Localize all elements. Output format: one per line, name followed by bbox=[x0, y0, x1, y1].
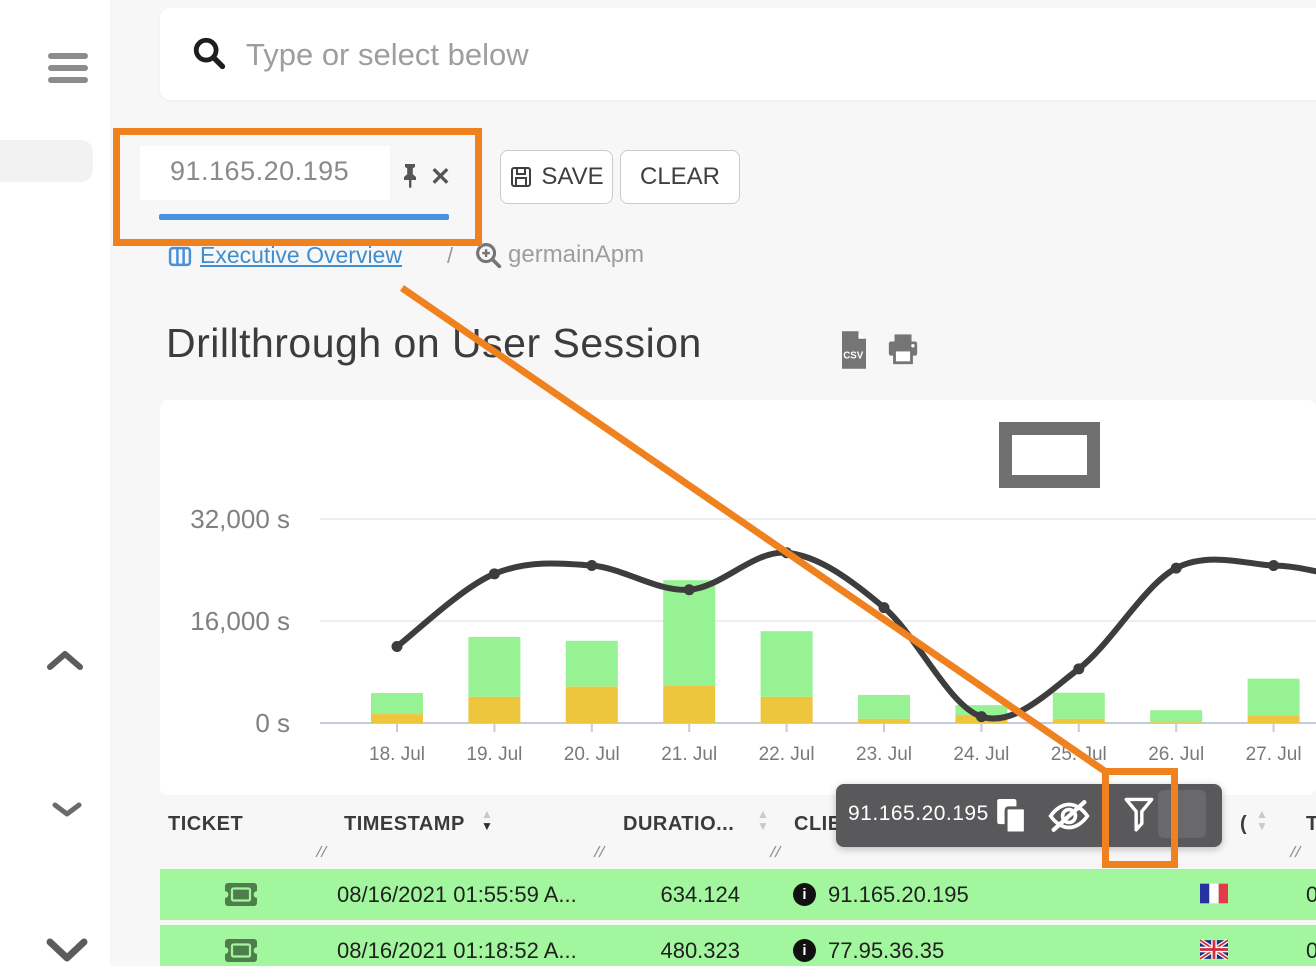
col-duration[interactable]: DURATIO... bbox=[623, 813, 734, 836]
hide-eye-off-icon[interactable] bbox=[1046, 796, 1092, 836]
table-row[interactable]: 08/16/2021 01:18:52 A... 480.323 i 77.95… bbox=[160, 925, 1316, 966]
sidebar bbox=[0, 0, 110, 966]
duration-cell: 634.124 bbox=[620, 869, 740, 920]
print-icon[interactable] bbox=[886, 334, 920, 366]
svg-text:16,000 s: 16,000 s bbox=[190, 606, 290, 636]
info-icon[interactable]: i bbox=[793, 883, 816, 906]
info-icon[interactable]: i bbox=[793, 939, 816, 962]
clear-label: CLEAR bbox=[640, 163, 720, 191]
client-ip-cell: 91.165.20.195 bbox=[828, 869, 969, 920]
extra-cell: 0 bbox=[1306, 869, 1316, 920]
session-chart: 0 s 16,000 s 32,000 s 18. Jul 19. Jul 20. Jul… bbox=[160, 400, 1316, 795]
tooltip-extra-button[interactable] bbox=[1158, 790, 1206, 838]
export-csv-icon[interactable]: CSV bbox=[839, 331, 869, 369]
svg-text:32,000 s: 32,000 s bbox=[190, 504, 290, 534]
sort-desc-icon: ▼ bbox=[481, 821, 493, 833]
page-title: Drillthrough on User Session bbox=[166, 320, 702, 367]
svg-text:20. Jul: 20. Jul bbox=[564, 744, 620, 765]
column-resize-handle[interactable] bbox=[766, 843, 782, 859]
duration-cell: 480.323 bbox=[620, 925, 740, 966]
svg-text:24. Jul: 24. Jul bbox=[953, 744, 1009, 765]
svg-text:22. Jul: 22. Jul bbox=[759, 744, 815, 765]
scroll-up-icon[interactable] bbox=[46, 648, 84, 672]
svg-text:23. Jul: 23. Jul bbox=[856, 744, 912, 765]
svg-text:25. Jul: 25. Jul bbox=[1051, 744, 1107, 765]
search-icon bbox=[192, 36, 226, 70]
svg-text:19. Jul: 19. Jul bbox=[466, 744, 522, 765]
copy-icon[interactable] bbox=[994, 796, 1030, 836]
col-country-partial[interactable]: ( bbox=[1240, 813, 1247, 836]
save-button[interactable]: SAVE bbox=[500, 150, 613, 204]
sort-duration[interactable]: ▲ ▼ bbox=[757, 809, 769, 833]
breadcrumb-current: germainApm bbox=[508, 241, 644, 269]
client-ip-cell: 77.95.36.35 bbox=[828, 925, 944, 966]
filter-chip-value: 91.165.20.195 bbox=[170, 156, 349, 187]
svg-text:27. Jul: 27. Jul bbox=[1246, 744, 1302, 765]
flag-france-icon bbox=[1200, 883, 1228, 904]
extra-cell: 0 bbox=[1306, 925, 1316, 966]
svg-text:18. Jul: 18. Jul bbox=[369, 744, 425, 765]
col-next-partial[interactable]: T bbox=[1306, 813, 1316, 836]
svg-text:26. Jul: 26. Jul bbox=[1148, 744, 1204, 765]
filter-chip[interactable]: 91.165.20.195 bbox=[140, 146, 390, 200]
sort-desc-icon: ▼ bbox=[757, 821, 769, 833]
save-icon bbox=[509, 165, 533, 189]
svg-text:21. Jul: 21. Jul bbox=[661, 744, 717, 765]
menu-icon[interactable] bbox=[48, 53, 88, 89]
chart-card: 0 s 16,000 s 32,000 s 18. Jul 19. Jul 20. Jul… bbox=[160, 400, 1316, 795]
column-resize-handle[interactable] bbox=[590, 843, 606, 859]
svg-text:0 s: 0 s bbox=[255, 708, 290, 738]
zoom-in-icon bbox=[474, 241, 503, 270]
scroll-down-small-icon[interactable] bbox=[52, 800, 82, 818]
value-tooltip: 91.165.20.195 bbox=[836, 784, 1222, 847]
col-ticket[interactable]: TICKET bbox=[168, 813, 243, 836]
table-row[interactable]: 08/16/2021 01:55:59 A... 634.124 i 91.16… bbox=[160, 869, 1316, 920]
breadcrumb-separator: / bbox=[447, 243, 453, 269]
tooltip-value: 91.165.20.195 bbox=[848, 802, 989, 826]
ticket-icon bbox=[224, 938, 258, 963]
app-root: 91.165.20.195 ✕ SAVE CLEAR Executive Ove… bbox=[0, 0, 1316, 966]
clear-button[interactable]: CLEAR bbox=[620, 150, 740, 204]
sidebar-active-indicator bbox=[0, 140, 93, 182]
pin-icon[interactable] bbox=[398, 162, 422, 190]
scroll-down-icon[interactable] bbox=[46, 936, 88, 964]
breadcrumb-dashboard-link[interactable]: Executive Overview bbox=[200, 242, 402, 269]
sort-desc-icon: ▼ bbox=[1256, 821, 1268, 833]
save-label: SAVE bbox=[541, 163, 603, 191]
sort-country[interactable]: ▲ ▼ bbox=[1256, 809, 1268, 833]
svg-text:CSV: CSV bbox=[843, 350, 864, 361]
dashboard-columns-icon bbox=[167, 244, 193, 269]
col-timestamp[interactable]: TIMESTAMP bbox=[344, 813, 465, 836]
filter-underline bbox=[159, 214, 449, 220]
column-resize-handle[interactable] bbox=[1286, 843, 1302, 859]
timestamp-cell: 08/16/2021 01:55:59 A... bbox=[337, 869, 577, 920]
flag-uk-icon bbox=[1200, 939, 1228, 960]
column-resize-handle[interactable] bbox=[312, 843, 328, 859]
legend-placeholder-box bbox=[999, 422, 1100, 488]
sort-timestamp[interactable]: ▲ ▼ bbox=[481, 809, 493, 833]
close-icon[interactable]: ✕ bbox=[430, 162, 451, 192]
search-bar bbox=[160, 8, 1316, 100]
timestamp-cell: 08/16/2021 01:18:52 A... bbox=[337, 925, 577, 966]
search-input[interactable] bbox=[244, 30, 1248, 80]
ticket-icon bbox=[224, 882, 258, 907]
filter-icon[interactable] bbox=[1122, 794, 1156, 836]
